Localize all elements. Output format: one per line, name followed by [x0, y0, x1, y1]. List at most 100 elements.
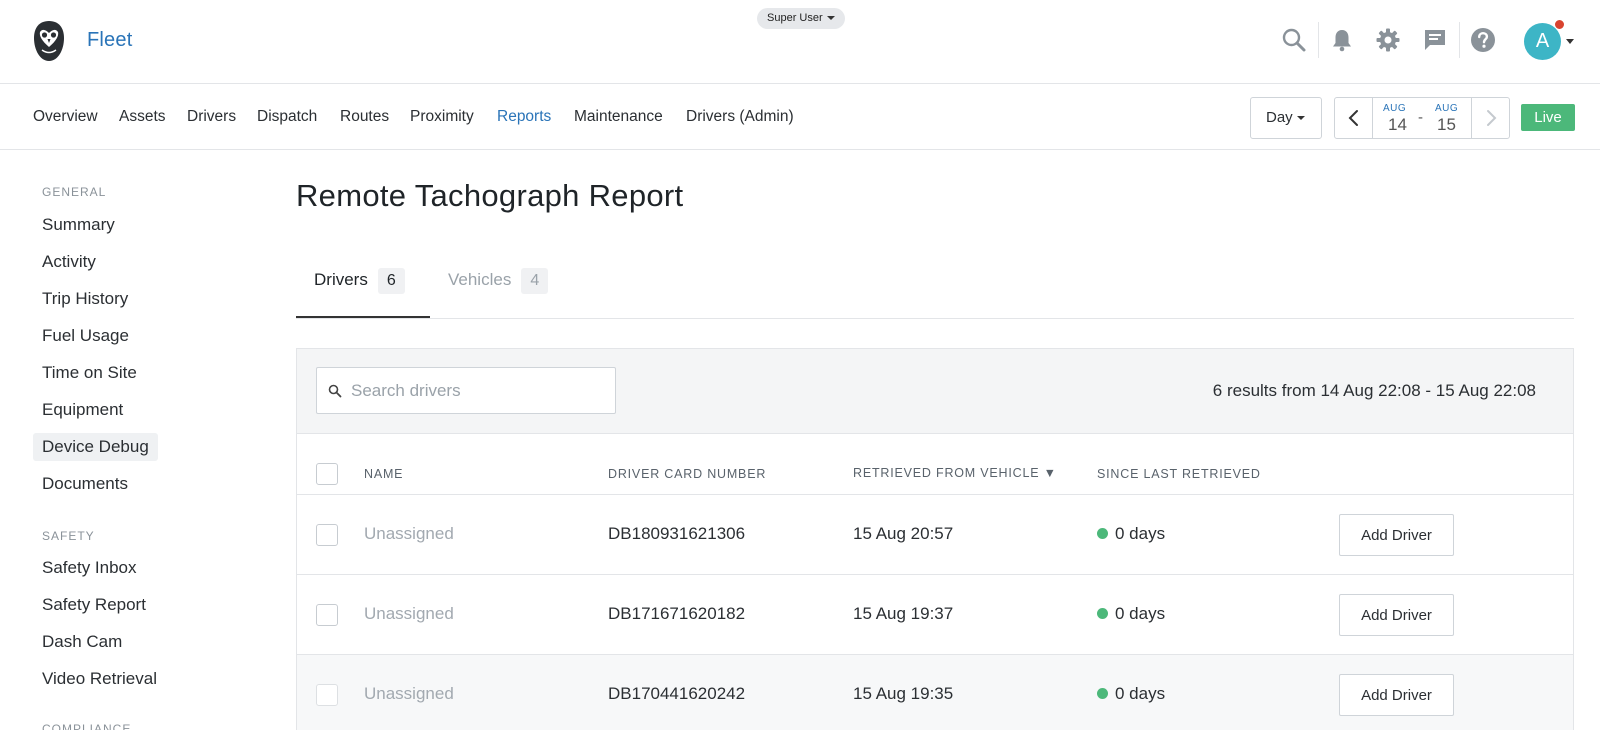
column-header-retrieved[interactable]: RETRIEVED FROM VEHICLE ▼	[853, 466, 1057, 480]
driver-name: Unassigned	[364, 604, 454, 623]
sidebar-item-safety-inbox[interactable]: Safety Inbox	[42, 558, 137, 578]
table-row: Unassigned DB170441620242 15 Aug 19:35 0…	[297, 655, 1573, 730]
status-dot-icon	[1097, 608, 1108, 619]
sidebar-item-video-retrieval[interactable]: Video Retrieval	[42, 669, 157, 689]
sidebar-item-device-debug[interactable]: Device Debug	[33, 433, 158, 461]
owl-logo-icon[interactable]	[32, 20, 66, 62]
row-checkbox[interactable]	[316, 524, 338, 546]
search-icon[interactable]	[1281, 27, 1307, 53]
since-last-retrieved: 0 days	[1097, 684, 1165, 704]
tab-vehicles[interactable]: Vehicles 4	[448, 268, 549, 294]
since-last-retrieved-value: 0 days	[1115, 684, 1166, 703]
chevron-down-icon	[826, 16, 835, 21]
column-header-driver-card[interactable]: DRIVER CARD NUMBER	[608, 467, 766, 481]
table-row: Unassigned DB171671620182 15 Aug 19:37 0…	[297, 575, 1573, 655]
date-to-day: 15	[1437, 115, 1456, 134]
driver-name: Unassigned	[364, 524, 454, 543]
report-panel: 6 results from 14 Aug 22:08 - 15 Aug 22:…	[296, 348, 1574, 730]
chevron-left-icon	[1348, 110, 1358, 126]
header-divider	[1459, 22, 1460, 58]
tab-vehicles-label: Vehicles	[448, 270, 512, 289]
sidebar-item-summary[interactable]: Summary	[42, 215, 115, 235]
since-last-retrieved-value: 0 days	[1115, 524, 1166, 543]
date-from-month: AUG	[1383, 103, 1407, 114]
help-icon[interactable]	[1470, 27, 1496, 53]
results-summary: 6 results from 14 Aug 22:08 - 15 Aug 22:…	[1212, 381, 1536, 400]
gear-icon[interactable]	[1375, 27, 1401, 53]
sidebar-item-trip-history[interactable]: Trip History	[42, 289, 128, 309]
column-header-name[interactable]: NAME	[364, 467, 403, 481]
chevron-right-icon	[1487, 110, 1497, 126]
row-checkbox[interactable]	[316, 684, 338, 706]
select-all-checkbox[interactable]	[316, 463, 338, 485]
sidebar-item-activity[interactable]: Activity	[42, 252, 96, 272]
chat-icon[interactable]	[1422, 27, 1448, 53]
sidebar-item-fuel-usage[interactable]: Fuel Usage	[42, 326, 129, 346]
retrieved-time: 15 Aug 19:35	[853, 684, 954, 703]
tab-drivers-label: Drivers	[314, 270, 368, 289]
active-tab-indicator	[296, 316, 430, 318]
nav-maintenance[interactable]: Maintenance	[574, 108, 663, 126]
driver-card-number: DB171671620182	[608, 604, 746, 623]
tabs-divider	[296, 318, 1574, 319]
next-date-button[interactable]	[1471, 98, 1509, 138]
period-select-label: Day	[1266, 109, 1293, 126]
nav-proximity[interactable]: Proximity	[410, 108, 474, 126]
driver-card-number: DB170441620242	[608, 684, 746, 703]
nav-routes[interactable]: Routes	[340, 108, 389, 126]
tab-drivers[interactable]: Drivers 6	[314, 268, 405, 294]
nav-drivers[interactable]: Drivers	[187, 108, 236, 126]
add-driver-button[interactable]: Add Driver	[1339, 594, 1454, 636]
row-checkbox[interactable]	[316, 604, 338, 626]
chevron-down-icon[interactable]	[1566, 39, 1574, 44]
status-dot-icon	[1097, 528, 1108, 539]
role-switcher[interactable]: Super User	[757, 8, 845, 29]
nav-reports[interactable]: Reports	[497, 108, 551, 126]
date-range-picker[interactable]: AUG 14 - AUG 15	[1334, 97, 1510, 139]
brand-name[interactable]: Fleet	[87, 29, 132, 52]
since-last-retrieved: 0 days	[1097, 604, 1165, 624]
since-last-retrieved: 0 days	[1097, 524, 1165, 544]
role-label: Super User	[767, 12, 823, 24]
date-separator: -	[1418, 109, 1423, 126]
driver-name: Unassigned	[364, 684, 454, 703]
sidebar-item-dash-cam[interactable]: Dash Cam	[42, 632, 122, 652]
search-input[interactable]	[351, 368, 601, 413]
sidebar-item-equipment[interactable]: Equipment	[42, 400, 123, 420]
sidebar-heading-safety: SAFETY	[42, 529, 95, 543]
main-nav: Overview Assets Drivers Dispatch Routes …	[0, 84, 1600, 150]
search-box[interactable]	[316, 367, 616, 414]
driver-card-number: DB180931621306	[608, 524, 746, 543]
nav-overview[interactable]: Overview	[33, 108, 98, 126]
header-divider	[1318, 22, 1319, 58]
page-title: Remote Tachograph Report	[296, 178, 684, 213]
sidebar-item-safety-report[interactable]: Safety Report	[42, 595, 146, 615]
since-last-retrieved-value: 0 days	[1115, 604, 1166, 623]
sidebar-heading-general: GENERAL	[42, 185, 107, 199]
chevron-down-icon	[1296, 116, 1305, 121]
column-header-since-last[interactable]: SINCE LAST RETRIEVED	[1097, 467, 1261, 481]
nav-dispatch[interactable]: Dispatch	[257, 108, 317, 126]
tab-drivers-count: 6	[377, 268, 405, 294]
previous-date-button[interactable]	[1335, 98, 1373, 138]
nav-assets[interactable]: Assets	[119, 108, 166, 126]
tab-vehicles-count: 4	[521, 268, 549, 294]
sidebar-item-documents[interactable]: Documents	[42, 474, 128, 494]
panel-toolbar: 6 results from 14 Aug 22:08 - 15 Aug 22:…	[297, 349, 1573, 434]
retrieved-time: 15 Aug 20:57	[853, 524, 954, 543]
date-to-month: AUG	[1435, 103, 1459, 114]
retrieved-time: 15 Aug 19:37	[853, 604, 954, 623]
status-dot-icon	[1097, 688, 1108, 699]
add-driver-button[interactable]: Add Driver	[1339, 514, 1454, 556]
live-button[interactable]: Live	[1521, 104, 1575, 131]
sidebar-heading-compliance: COMPLIANCE	[42, 722, 132, 730]
bell-icon[interactable]	[1329, 27, 1355, 53]
period-select[interactable]: Day	[1250, 97, 1322, 139]
add-driver-button[interactable]: Add Driver	[1339, 674, 1454, 716]
search-icon	[328, 384, 342, 398]
notification-badge	[1554, 19, 1565, 30]
nav-drivers-admin[interactable]: Drivers (Admin)	[686, 108, 794, 126]
date-from-day: 14	[1388, 115, 1407, 134]
sidebar-item-time-on-site[interactable]: Time on Site	[42, 363, 137, 383]
table-row: Unassigned DB180931621306 15 Aug 20:57 0…	[297, 495, 1573, 575]
